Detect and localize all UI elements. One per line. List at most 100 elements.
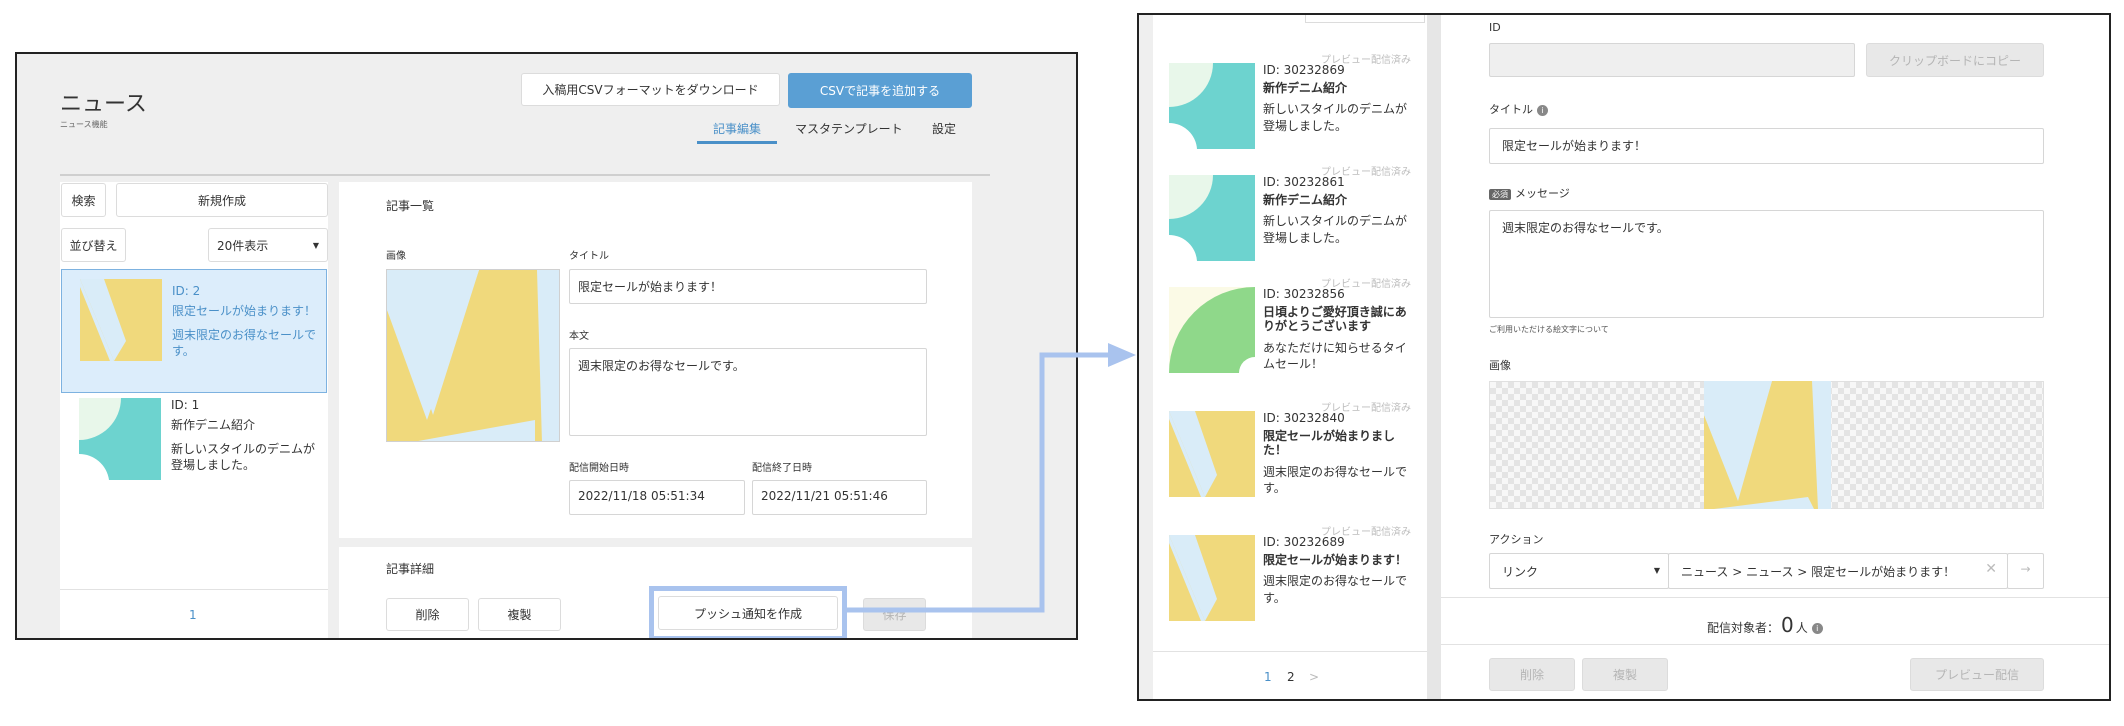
list-item[interactable]: プレビュー配信済み ID: 30232861 新作デニム紹介 新しいスタイルのデ… (1169, 163, 1419, 285)
duplicate-button[interactable]: 複製 (478, 598, 561, 631)
pagination-next-icon[interactable]: > (1309, 670, 1319, 684)
item-id: ID: 30232689 (1263, 535, 1345, 549)
list-item[interactable]: プレビュー配信済み ID: 30232840 限定セールが始まりました！ 週末限… (1169, 399, 1419, 521)
title-label: タイトル (1489, 103, 1533, 116)
create-push-notification-button[interactable]: プッシュ通知を作成 (658, 596, 838, 630)
preview-send-button[interactable]: プレビュー配信 (1910, 658, 2044, 691)
article-id: ID: 1 (171, 398, 200, 412)
item-text: ID: 30232861 新作デニム紹介 新しいスタイルのデニムが登場しました。 (1263, 175, 1413, 246)
item-thumbnail (1169, 63, 1255, 149)
action-link-value: ニュース > ニュース > 限定セールが始まります！ (1681, 565, 1956, 579)
push-detail-panel (1441, 15, 2109, 699)
title-label: タイトル (569, 251, 609, 262)
panel-title: 記事一覧 (386, 199, 435, 213)
info-icon[interactable]: i (1811, 623, 1823, 634)
clear-icon[interactable]: ✕ (1985, 561, 1997, 577)
article-text: ID: 1 新作デニム紹介 新しいスタイルのデニムが登場しました。 (171, 398, 321, 473)
panel-title: 記事詳細 (386, 562, 435, 576)
target-unit: 人 (1795, 621, 1808, 635)
add-csv-articles-button[interactable]: CSVで記事を追加する (788, 73, 972, 108)
per-page-value: 20件表示 (217, 238, 269, 253)
item-body: 新しいスタイルのデニムが登場しました。 (1263, 102, 1408, 133)
list-header-partial (1305, 15, 1425, 23)
item-body: 週末限定のお得なセールです。 (1263, 574, 1408, 605)
divider (1153, 651, 1427, 652)
article-image[interactable] (386, 269, 560, 442)
action-link-field[interactable]: ニュース > ニュース > 限定セールが始まります！ ✕ (1668, 553, 2008, 589)
title-input[interactable]: 限定セールが始まります！ (569, 269, 927, 304)
item-thumbnail (1169, 287, 1255, 373)
pagination-page-1[interactable]: 1 (189, 608, 197, 622)
target-count: 0 (1781, 613, 1794, 637)
message-image (1704, 381, 1831, 509)
tab-article-edit[interactable]: 記事編集 (697, 120, 778, 144)
start-datetime-label: 配信開始日時 (569, 463, 629, 474)
delete-button[interactable]: 削除 (1489, 658, 1575, 691)
item-id: ID: 30232840 (1263, 411, 1345, 425)
item-id: ID: 30232856 (1263, 287, 1345, 301)
pagination-page-1[interactable]: 1 (1264, 670, 1272, 684)
tab-settings[interactable]: 設定 (932, 120, 956, 137)
copy-to-clipboard-button[interactable]: クリップボードにコピー (1866, 43, 2044, 77)
divider (1441, 597, 2109, 598)
article-title: 限定セールが始まります！ (172, 304, 317, 318)
message-label-row: 必須 メッセージ (1489, 185, 1570, 201)
item-body: あなただけに知らせるタイムセール！ (1263, 340, 1407, 371)
id-field (1489, 43, 1855, 77)
end-datetime-input[interactable]: 2022/11/21 05:51:46 (752, 480, 927, 515)
list-item[interactable]: ID: 2 限定セールが始まります！ 週末限定のお得なセールです。 (61, 269, 327, 393)
item-thumbnail (1169, 535, 1255, 621)
dropdown-caret-icon: ▼ (1653, 566, 1660, 575)
divider (1427, 15, 1441, 699)
item-id: ID: 30232861 (1263, 175, 1345, 189)
article-thumbnail (80, 279, 162, 361)
item-text: ID: 30232840 限定セールが始まりました！ 週末限定のお得なセールです… (1263, 411, 1413, 496)
tab-master-template[interactable]: マスタテンプレート (795, 120, 903, 137)
id-label: ID (1489, 21, 1501, 34)
item-thumbnail (1169, 411, 1255, 497)
dropdown-caret-icon: ▼ (312, 240, 319, 250)
right-screenshot: プレビュー配信済み ID: 30232869 新作デニム紹介 新しいスタイルのデ… (1137, 13, 2111, 701)
image-label: 画像 (386, 251, 406, 262)
download-csv-format-button[interactable]: 入稿用CSVフォーマットをダウンロード (521, 73, 780, 106)
sort-button[interactable]: 並び替え (61, 228, 126, 262)
tab-bar (60, 136, 990, 176)
page-subtitle: ニュース機能 (60, 120, 108, 129)
required-badge: 必須 (1489, 189, 1511, 200)
action-type-select[interactable]: リンク ▼ (1489, 553, 1669, 589)
duplicate-button[interactable]: 複製 (1582, 658, 1668, 691)
item-thumbnail (1169, 175, 1255, 261)
action-type-value: リンク (1502, 565, 1539, 579)
delete-button[interactable]: 削除 (386, 598, 469, 631)
new-article-button[interactable]: 新規作成 (116, 183, 328, 217)
per-page-select[interactable]: 20件表示 ▼ (208, 228, 328, 262)
search-button[interactable]: 検索 (61, 183, 106, 217)
item-body: 新しいスタイルのデニムが登場しました。 (1263, 214, 1408, 245)
info-icon[interactable]: i (1537, 104, 1548, 116)
save-button[interactable]: 保存 (863, 598, 926, 631)
article-thumbnail (79, 398, 161, 480)
emoji-note-link[interactable]: ご利用いただける絵文字について (1489, 324, 1609, 335)
divider (1441, 644, 2109, 645)
message-textarea[interactable]: 週末限定のお得なセールです。 (1489, 210, 2044, 318)
article-id: ID: 2 (172, 284, 201, 298)
list-item[interactable]: プレビュー配信済み ID: 30232689 限定セールが始まります！ 週末限定… (1169, 523, 1419, 645)
page-title: ニュース (60, 92, 147, 117)
pagination-page-2[interactable]: 2 (1287, 670, 1295, 684)
title-label-row: タイトル i (1489, 101, 1548, 117)
item-text: ID: 30232869 新作デニム紹介 新しいスタイルのデニムが登場しました。 (1263, 63, 1413, 134)
list-item[interactable]: プレビュー配信済み ID: 30232869 新作デニム紹介 新しいスタイルのデ… (1169, 51, 1419, 173)
item-title: 限定セールが始まります！ (1263, 553, 1408, 567)
article-body: 新しいスタイルのデニムが登場しました。 (171, 442, 316, 473)
title-input[interactable]: 限定セールが始まります！ (1489, 128, 2044, 164)
item-text: ID: 30232689 限定セールが始まります！ 週末限定のお得なセールです。 (1263, 535, 1413, 606)
start-datetime-input[interactable]: 2022/11/18 05:51:34 (569, 480, 745, 515)
list-item[interactable]: プレビュー配信済み ID: 30232856 日頃よりご愛好頂き誠にありがとうご… (1169, 275, 1419, 397)
action-label: アクション (1489, 533, 1544, 546)
image-label: 画像 (1489, 359, 1511, 372)
article-body: 週末限定のお得なセールです。 (172, 328, 317, 359)
item-title: 新作デニム紹介 (1263, 193, 1348, 207)
arrow-right-icon[interactable]: → (2007, 553, 2044, 589)
body-textarea[interactable]: 週末限定のお得なセールです。 (569, 348, 927, 436)
list-item[interactable]: ID: 1 新作デニム紹介 新しいスタイルのデニムが登場しました。 (61, 394, 327, 504)
